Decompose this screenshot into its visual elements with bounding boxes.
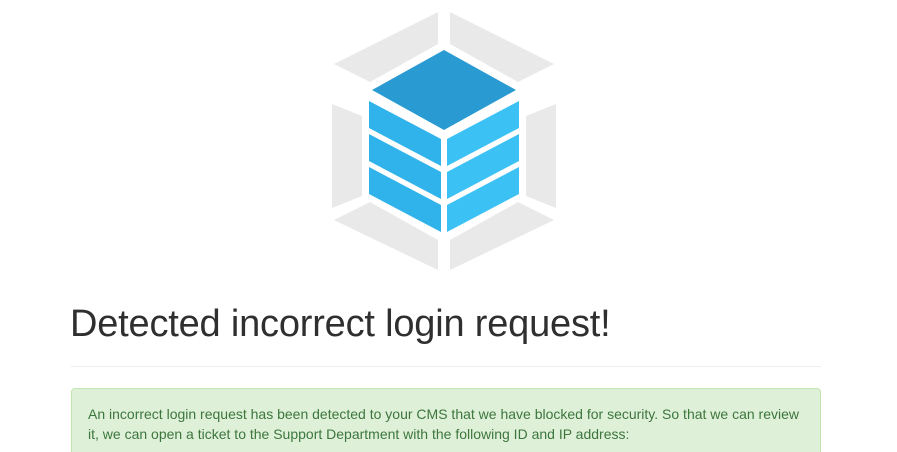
- success-alert: An incorrect login request has been dete…: [71, 388, 821, 452]
- title-divider: [71, 366, 821, 367]
- page-title: Detected incorrect login request!: [70, 303, 611, 345]
- layered-cube-logo-icon: [326, 8, 562, 272]
- alert-message: An incorrect login request has been dete…: [88, 406, 800, 442]
- page: Detected incorrect login request! An inc…: [0, 0, 897, 452]
